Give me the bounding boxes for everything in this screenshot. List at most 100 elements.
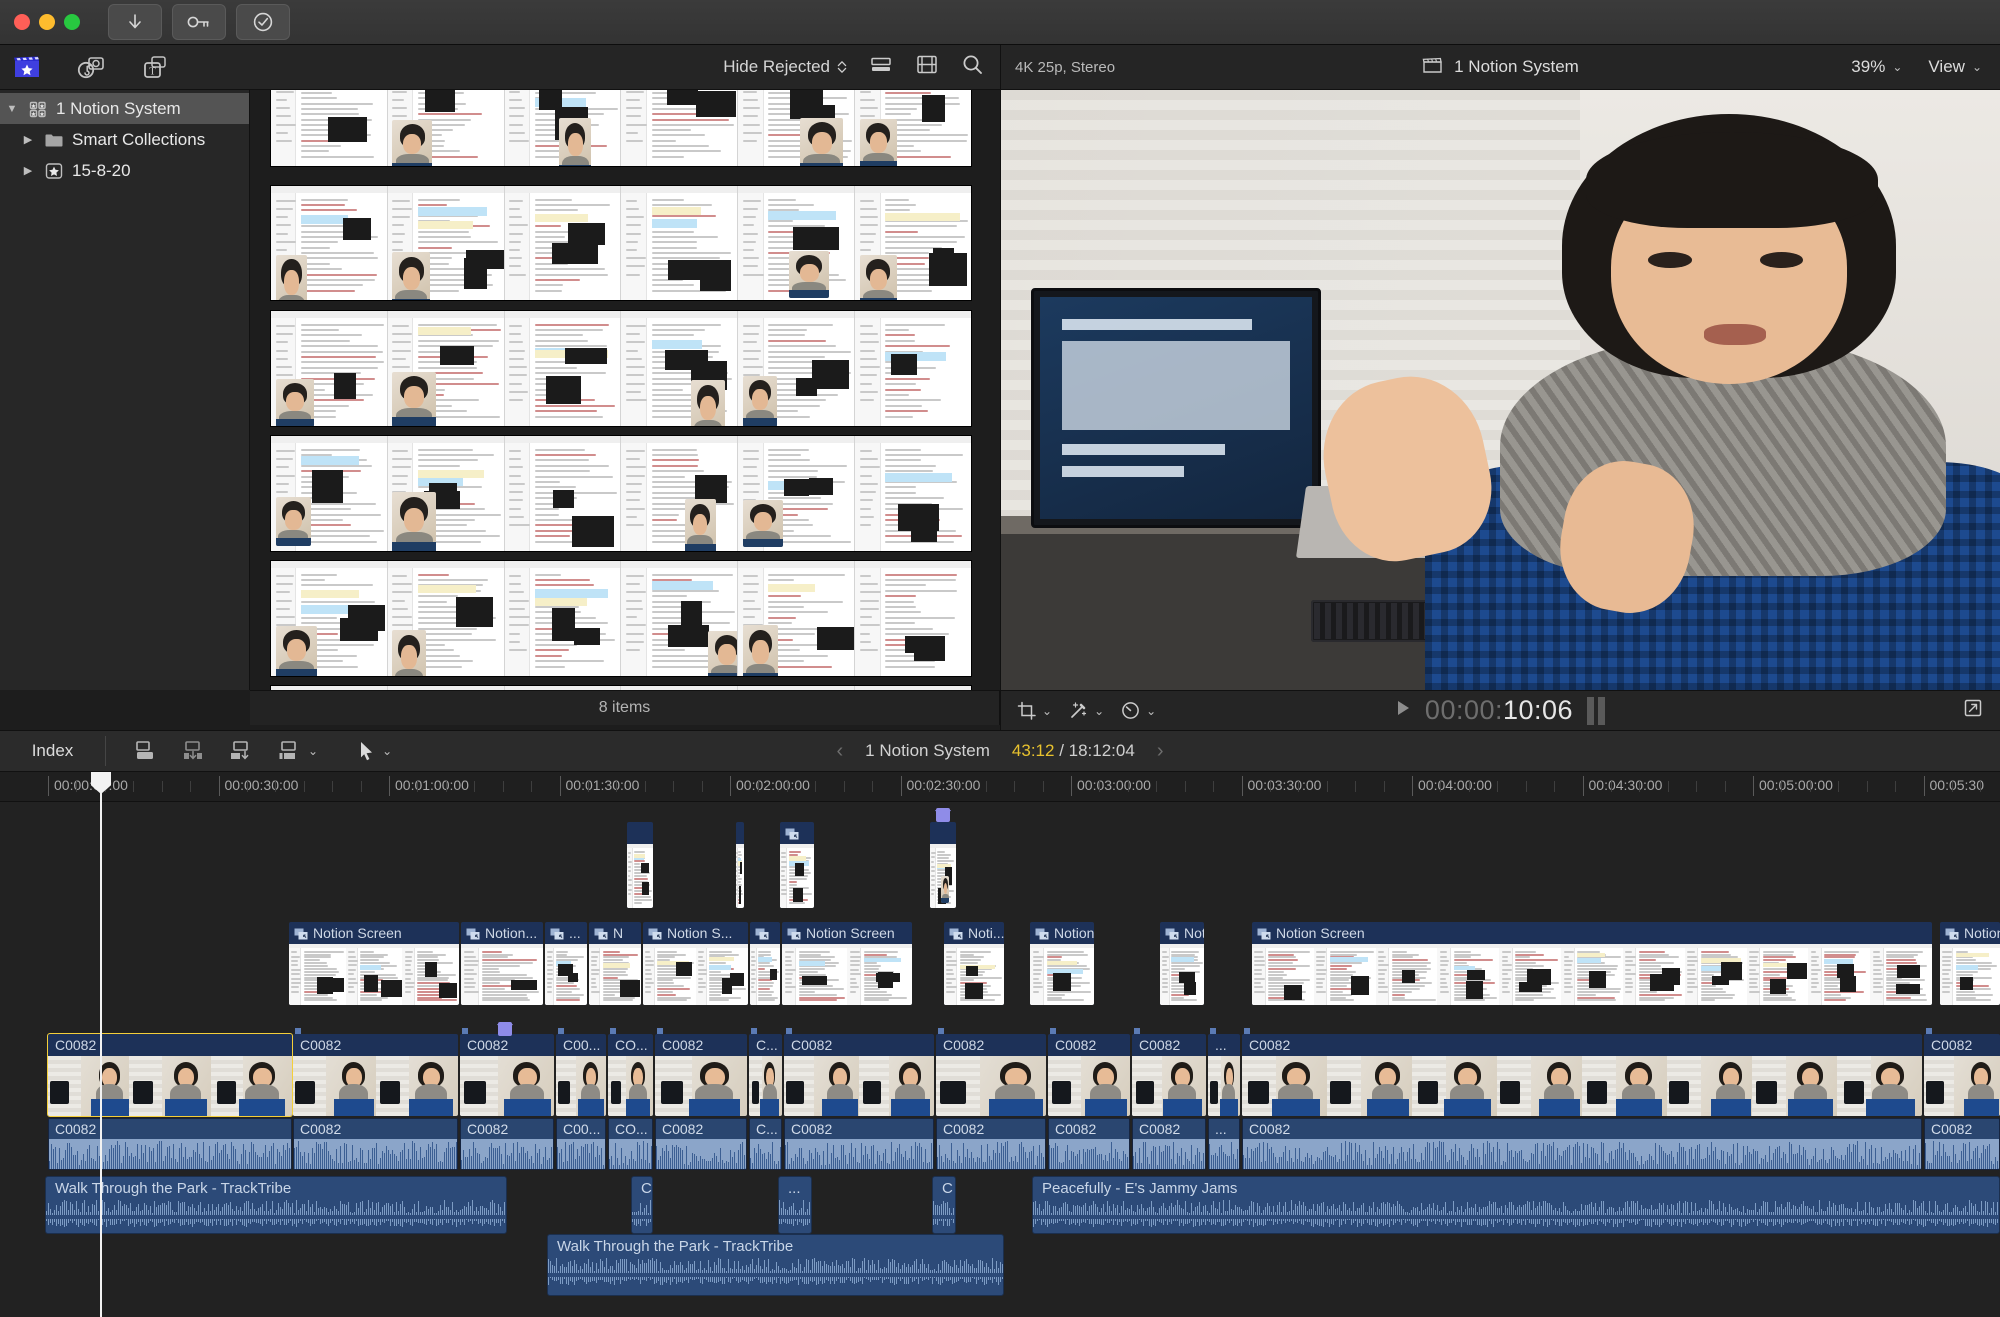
timeline-music-clip[interactable]: C xyxy=(932,1176,956,1234)
timeline-audio-clip[interactable]: ... xyxy=(1208,1118,1240,1170)
timeline-audio-clip[interactable]: C0082 xyxy=(460,1118,554,1170)
filmstrip-frame[interactable] xyxy=(387,90,505,166)
timeline-audio-clip[interactable]: C0082 xyxy=(293,1118,458,1170)
filmstrip-frame[interactable] xyxy=(855,90,971,166)
timeline-music-clip[interactable]: C xyxy=(631,1176,653,1234)
timeline-video-clip[interactable]: Notion... xyxy=(461,922,543,1005)
timeline-primary-clip[interactable]: C0082 xyxy=(936,1034,1046,1116)
timeline-ruler[interactable]: 00:00:00:00 00:00:30:00 00:01:00:00 00:01:3… xyxy=(0,772,2000,802)
filmstrip-frame[interactable] xyxy=(738,561,856,676)
expand-icon[interactable] xyxy=(1962,699,1984,723)
disclosure-triangle-closed-icon[interactable]: ▶ xyxy=(20,133,36,146)
timeline-audio-clip[interactable]: C0082 xyxy=(1048,1118,1130,1170)
timeline-video-clip[interactable]: Notion Screen xyxy=(1030,922,1094,1005)
filmstrip-frame[interactable] xyxy=(738,186,856,300)
filmstrip-frame[interactable] xyxy=(387,436,505,551)
playhead[interactable] xyxy=(91,772,111,1317)
browser-filmstrip[interactable] xyxy=(270,185,972,301)
timeline-connected-clip[interactable] xyxy=(736,822,744,908)
timeline-video-clip[interactable]: ... xyxy=(545,922,587,1005)
timeline-lane-music-2[interactable]: Walk Through the Park - TrackTribe xyxy=(0,1234,2000,1296)
play-triangle-icon[interactable] xyxy=(1396,699,1411,722)
libraries-icon[interactable] xyxy=(10,49,46,85)
filmstrip-frame[interactable] xyxy=(271,311,388,426)
filmstrip-frame[interactable] xyxy=(387,311,505,426)
titles-generators-icon[interactable]: T xyxy=(138,49,174,85)
filmstrip-frame[interactable] xyxy=(855,311,971,426)
timeline-primary-clip[interactable]: ... xyxy=(1208,1034,1240,1116)
previous-project-button[interactable]: ‹ xyxy=(837,740,844,763)
timeline-video-clip[interactable] xyxy=(750,922,780,1005)
filmstrip-frame[interactable] xyxy=(504,436,622,551)
timeline-video-clip[interactable]: Notion S xyxy=(1940,922,2000,1005)
import-media-button[interactable] xyxy=(108,4,162,40)
timeline-primary-clip[interactable]: CO... xyxy=(608,1034,653,1116)
timeline-primary-clip[interactable]: C0082 xyxy=(293,1034,458,1116)
filmstrip-frame[interactable] xyxy=(621,561,739,676)
timeline-clip-selected[interactable]: C0082 xyxy=(47,1033,293,1117)
browser-filmstrip[interactable] xyxy=(270,310,972,427)
zoom-button[interactable] xyxy=(64,14,80,30)
clip-connection-marker[interactable] xyxy=(497,1022,513,1036)
clip-connection-marker[interactable] xyxy=(935,808,951,822)
timeline-audio-clip[interactable]: C00... xyxy=(556,1118,606,1170)
browser-filmstrip[interactable] xyxy=(270,560,972,677)
filmstrip-frame[interactable] xyxy=(387,561,505,676)
timeline-music-clip[interactable]: Walk Through the Park - TrackTribe xyxy=(547,1234,1004,1296)
filmstrip-frame[interactable] xyxy=(271,436,388,551)
filmstrip-frame[interactable] xyxy=(855,436,971,551)
sidebar-item-15-8-20[interactable]: ▶ 15-8-20 xyxy=(0,155,249,186)
timeline-lane-video[interactable]: Notion Screen Notion...... N Notion S... Not… xyxy=(0,922,2000,1005)
keyframe-button[interactable] xyxy=(172,4,226,40)
timeline-connected-clip[interactable] xyxy=(780,822,814,908)
view-options-dropdown[interactable]: View ⌄ xyxy=(1928,57,1982,77)
timeline-primary-clip[interactable]: C... xyxy=(749,1034,782,1116)
browser-filmstrip[interactable] xyxy=(270,90,972,167)
timeline-primary-clip[interactable]: C0082 xyxy=(460,1034,554,1116)
timeline-video-clip[interactable]: Notion Screen xyxy=(1252,922,1932,1005)
timeline-audio-clip[interactable]: C0082 xyxy=(48,1118,292,1170)
timeline-video-clip[interactable]: Notion S... xyxy=(643,922,748,1005)
timeline-audio-clip[interactable]: C... xyxy=(749,1118,782,1170)
filmstrip-frame[interactable] xyxy=(504,186,622,300)
timeline-audio-clip[interactable]: C0082 xyxy=(655,1118,747,1170)
timeline-audio-clip[interactable]: C0082 xyxy=(1242,1118,1922,1170)
timeline-primary-clip[interactable]: C0082 xyxy=(1924,1034,2000,1116)
filmstrip-frame[interactable] xyxy=(621,186,739,300)
browser-filmstrip[interactable] xyxy=(270,435,972,552)
timeline-primary-clip[interactable]: C00... xyxy=(556,1034,606,1116)
timeline-video-clip[interactable]: Notion Screen xyxy=(782,922,912,1005)
audio-meter-icon[interactable] xyxy=(1587,696,1606,725)
filmstrip-frame[interactable] xyxy=(271,561,388,676)
filmstrip-view-icon[interactable] xyxy=(915,54,939,80)
viewer-timecode[interactable]: 00:00:10:06 xyxy=(1425,695,1573,726)
timeline-primary-clip[interactable]: C0082 xyxy=(655,1034,747,1116)
timeline-music-clip[interactable]: Walk Through the Park - TrackTribe xyxy=(45,1176,507,1234)
filmstrip-frame[interactable] xyxy=(738,90,856,166)
timeline-lane-music[interactable]: Walk Through the Park - TrackTribe C... C P… xyxy=(0,1176,2000,1234)
timeline-canvas[interactable]: 00:00:00:00 00:00:30:00 00:01:00:00 00:01:3… xyxy=(0,772,2000,1317)
timeline-audio-clip[interactable]: CO... xyxy=(608,1118,653,1170)
minimize-button[interactable] xyxy=(39,14,55,30)
timeline-music-clip[interactable]: ... xyxy=(778,1176,812,1234)
timeline-audio-clip[interactable]: C0082 xyxy=(1924,1118,2000,1170)
filmstrip-frame[interactable] xyxy=(387,186,505,300)
search-icon[interactable] xyxy=(961,53,984,81)
timeline-video-clip[interactable]: Noti... xyxy=(1160,922,1204,1005)
filmstrip-frame[interactable] xyxy=(621,90,739,166)
next-project-button[interactable]: › xyxy=(1157,740,1164,763)
filmstrip-frame[interactable] xyxy=(504,90,622,166)
photos-audio-icon[interactable] xyxy=(74,49,110,85)
timeline-lane-audio[interactable]: C0082 C0082 C0082 C00... CO... C0082 C... C0082… xyxy=(0,1118,2000,1170)
filmstrip-frame[interactable] xyxy=(271,90,388,166)
timeline-primary-clip[interactable]: C0082 xyxy=(1132,1034,1206,1116)
filter-dropdown[interactable]: Hide Rejected xyxy=(723,57,847,77)
filmstrip-frame[interactable] xyxy=(504,561,622,676)
close-button[interactable] xyxy=(14,14,30,30)
disclosure-triangle-open-icon[interactable]: ▼ xyxy=(4,103,20,115)
disclosure-triangle-closed-icon[interactable]: ▶ xyxy=(20,164,36,177)
timeline-video-clip[interactable]: Noti... xyxy=(944,922,1004,1005)
timeline-video-clip[interactable]: Notion Screen xyxy=(289,922,459,1005)
timeline-music-clip[interactable]: Peacefully - E's Jammy Jams xyxy=(1032,1176,2000,1234)
background-tasks-button[interactable] xyxy=(236,4,290,40)
